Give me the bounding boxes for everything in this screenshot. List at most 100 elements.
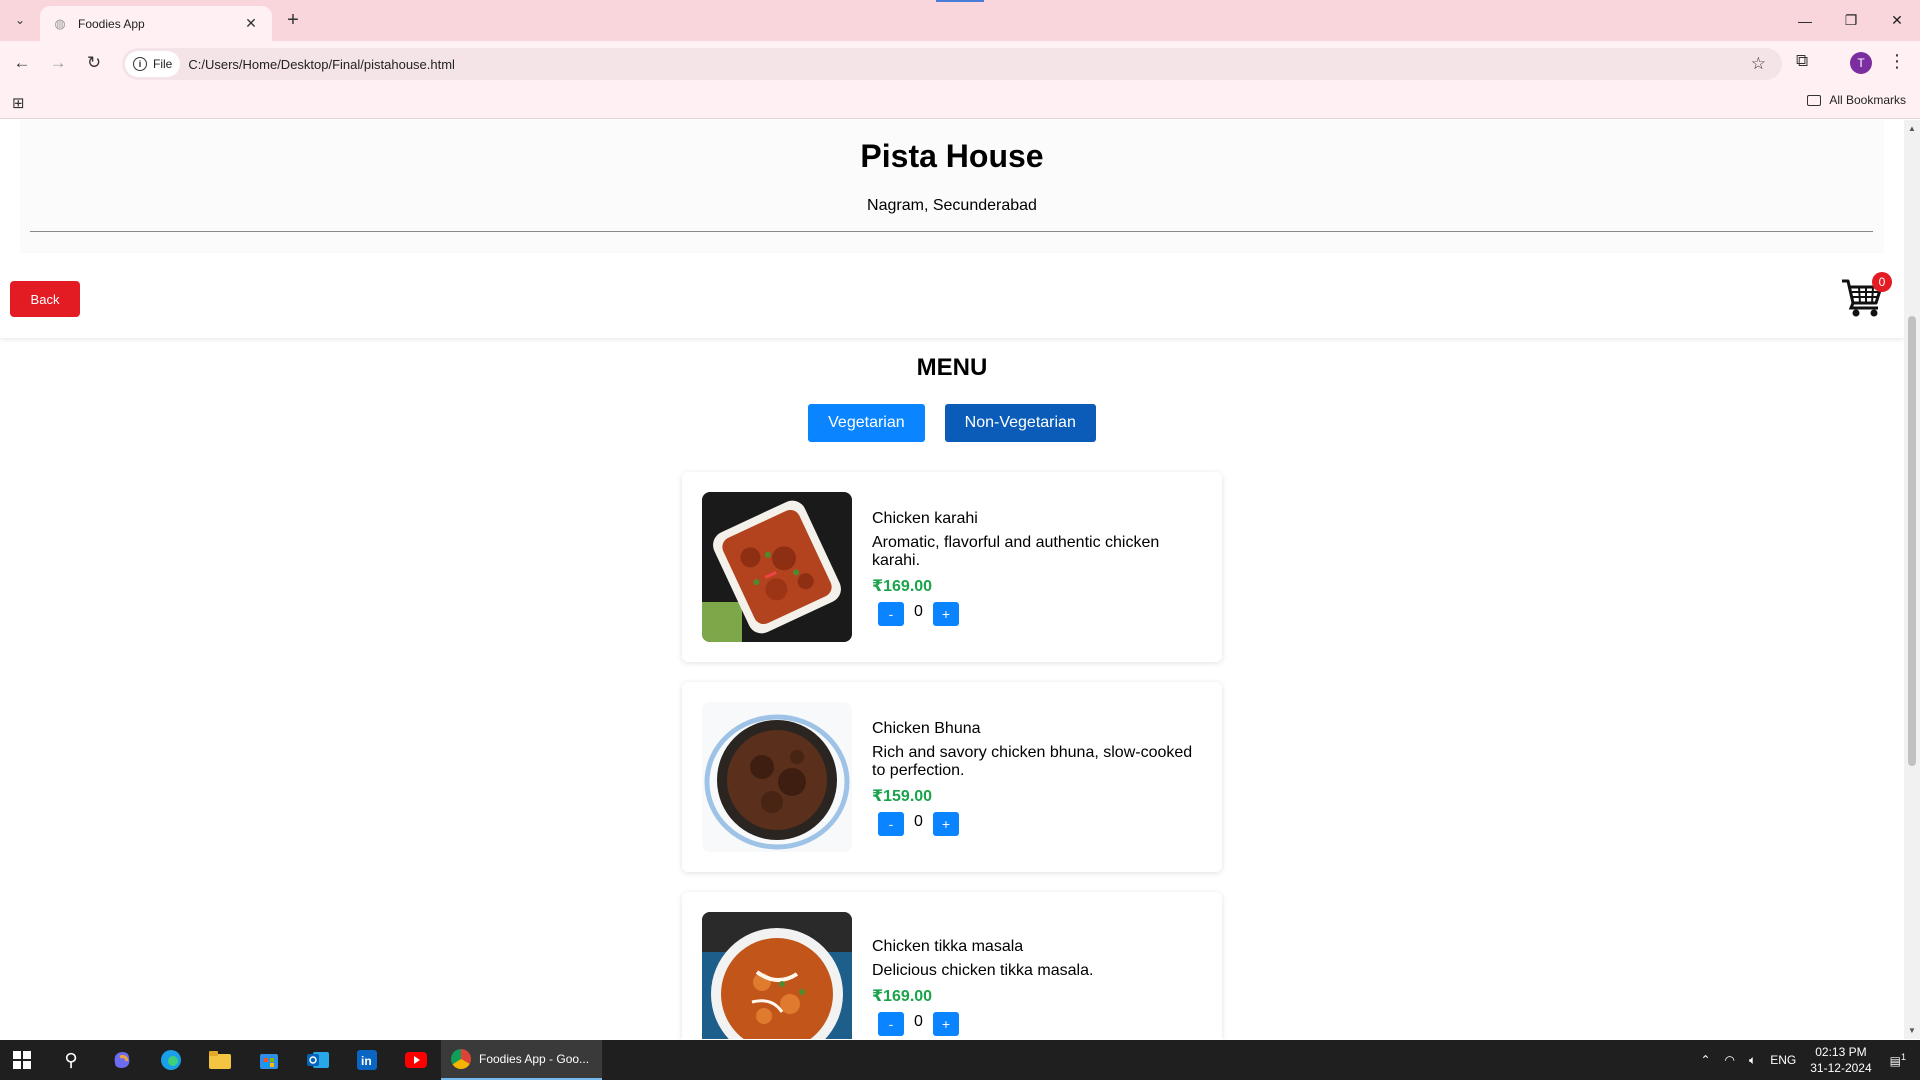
scrollbar-thumb[interactable] [1908, 316, 1916, 766]
item-name: Chicken Bhuna [872, 720, 981, 737]
cart-count-badge: 0 [1872, 272, 1892, 292]
copilot-icon[interactable] [106, 1044, 138, 1076]
menu-item-card: Chicken tikka masala Delicious chicken t… [682, 892, 1222, 1039]
tab-indicator [936, 0, 984, 2]
menu-item-card: Chicken Bhuna Rich and savory chicken bh… [682, 682, 1222, 872]
tray-chevron-icon[interactable]: ⌃ [1700, 1053, 1710, 1067]
start-icon[interactable] [6, 1044, 38, 1076]
item-name: Chicken tikka masala [872, 938, 1024, 955]
site-chip-label: File [153, 57, 173, 71]
quantity-value: 0 [914, 813, 923, 830]
extensions-icon[interactable]: ⧉ [1796, 51, 1808, 71]
address-bar[interactable]: i File C:/Users/Home/Desktop/Final/pista… [122, 48, 1782, 80]
new-tab-button[interactable]: + [282, 10, 304, 32]
browser-tabstrip: ⌄ ◍ Foodies App ✕ + — ❐ ✕ [0, 0, 1920, 41]
browser-tab[interactable]: ◍ Foodies App ✕ [40, 6, 272, 41]
restaurant-header: Pista House Nagram, Secunderabad [20, 120, 1884, 253]
url-text[interactable]: C:/Users/Home/Desktop/Final/pistahouse.h… [188, 57, 455, 72]
menu-item-info: Chicken tikka masala Delicious chicken t… [872, 938, 1202, 1036]
search-icon[interactable]: ⚲ [55, 1044, 87, 1076]
decrease-quantity-button[interactable]: - [878, 602, 904, 626]
site-info-chip[interactable]: i File [125, 51, 181, 77]
menu-kebab-icon[interactable]: ⋮ [1888, 51, 1906, 72]
tab-title: Foodies App [78, 16, 145, 31]
menu-item-info: Chicken Bhuna Rich and savory chicken bh… [872, 720, 1202, 836]
tab-search-chevron-icon[interactable]: ⌄ [10, 10, 30, 30]
store-icon[interactable] [253, 1044, 285, 1076]
file-explorer-icon[interactable] [204, 1044, 236, 1076]
item-price: ₹169.00 [872, 578, 933, 595]
windows-taskbar: ⚲ in Foodies App - Goo... ⌃ ◠ 🔈︎ ENG 02:… [0, 1040, 1920, 1080]
browser-toolbar: ← → ↻ i File C:/Users/Home/Desktop/Final… [0, 41, 1920, 85]
bookmarks-bar: ⊞ All Bookmarks [0, 85, 1920, 119]
increase-quantity-button[interactable]: + [933, 602, 959, 626]
apps-grid-icon[interactable]: ⊞ [12, 94, 25, 112]
back-arrow-icon[interactable]: ← [10, 51, 34, 75]
dish-image-chicken-bhuna [702, 702, 852, 852]
folder-icon [1807, 94, 1822, 106]
dish-image-chicken-karahi [702, 492, 852, 642]
item-price: ₹159.00 [872, 788, 933, 805]
increase-quantity-button[interactable]: + [933, 812, 959, 836]
item-description: Rich and savory chicken bhuna, slow-cook… [872, 744, 1193, 779]
item-name: Chicken karahi [872, 510, 978, 527]
system-tray: ⌃ ◠ 🔈︎ ENG 02:13 PM 31-12-2024 ▤1 [1700, 1040, 1920, 1080]
increase-quantity-button[interactable]: + [933, 1012, 959, 1036]
wifi-icon[interactable]: ◠ [1725, 1053, 1735, 1067]
bookmark-star-icon[interactable]: ☆ [1751, 54, 1766, 74]
minimize-icon[interactable]: — [1782, 0, 1828, 41]
globe-icon: ◍ [54, 15, 66, 31]
decrease-quantity-button[interactable]: - [878, 812, 904, 836]
outlook-icon[interactable] [302, 1044, 334, 1076]
quantity-stepper: - 0 + [878, 812, 1202, 836]
page-scrollbar[interactable]: ▲ ▼ [1904, 120, 1920, 1039]
menu-item-info: Chicken karahi Aromatic, flavorful and a… [872, 510, 1202, 626]
tab-vegetarian[interactable]: Vegetarian [808, 404, 925, 442]
restore-icon[interactable]: ❐ [1828, 0, 1874, 41]
close-window-icon[interactable]: ✕ [1874, 0, 1920, 41]
scroll-down-icon[interactable]: ▼ [1908, 1026, 1916, 1035]
category-tabs: Vegetarian Non-Vegetarian [0, 404, 1904, 442]
quantity-value: 0 [914, 1013, 923, 1030]
action-bar: Back 0 [0, 253, 1904, 338]
reload-icon[interactable]: ↻ [82, 51, 106, 75]
info-icon: i [133, 57, 147, 71]
svg-text:in: in [361, 1054, 372, 1068]
item-price: ₹169.00 [872, 988, 933, 1005]
volume-icon[interactable]: 🔈︎ [1749, 1053, 1756, 1068]
taskbar-window-title: Foodies App - Goo... [479, 1052, 590, 1066]
all-bookmarks-button[interactable]: All Bookmarks [1807, 93, 1906, 107]
quantity-stepper: - 0 + [878, 1012, 1202, 1036]
menu-item-card: Chicken karahi Aromatic, flavorful and a… [682, 472, 1222, 662]
restaurant-location: Nagram, Secunderabad [867, 197, 1037, 214]
item-description: Aromatic, flavorful and authentic chicke… [872, 534, 1160, 569]
tab-non-vegetarian[interactable]: Non-Vegetarian [944, 404, 1096, 442]
clock-time: 02:13 PM [1815, 1045, 1867, 1059]
profile-avatar[interactable]: T [1850, 52, 1872, 74]
item-description: Delicious chicken tikka masala. [872, 962, 1094, 979]
all-bookmarks-label: All Bookmarks [1829, 93, 1906, 107]
back-button[interactable]: Back [10, 281, 80, 317]
dish-image-chicken-tikka-masala [702, 912, 852, 1039]
header-divider [30, 231, 1873, 232]
language-indicator[interactable]: ENG [1770, 1053, 1796, 1067]
menu-title: MENU [916, 354, 988, 381]
chrome-icon [451, 1049, 471, 1069]
notification-count: 1 [1900, 1052, 1906, 1062]
clock[interactable]: 02:13 PM 31-12-2024 [1810, 1044, 1871, 1076]
edge-icon[interactable] [155, 1044, 187, 1076]
page-viewport: Pista House Nagram, Secunderabad Back 0 … [0, 120, 1904, 1039]
notifications-icon[interactable]: ▤1 [1890, 1052, 1906, 1068]
youtube-icon[interactable] [400, 1044, 432, 1076]
scroll-up-icon[interactable]: ▲ [1908, 124, 1916, 133]
taskbar-chrome-window[interactable]: Foodies App - Goo... [441, 1040, 602, 1080]
clock-date: 31-12-2024 [1810, 1061, 1872, 1075]
quantity-stepper: - 0 + [878, 602, 1202, 626]
window-controls: — ❐ ✕ [1782, 0, 1920, 41]
close-tab-icon[interactable]: ✕ [242, 15, 260, 32]
linkedin-icon[interactable]: in [351, 1044, 383, 1076]
quantity-value: 0 [914, 603, 923, 620]
restaurant-name: Pista House [860, 138, 1044, 174]
forward-arrow-icon[interactable]: → [46, 51, 70, 75]
decrease-quantity-button[interactable]: - [878, 1012, 904, 1036]
